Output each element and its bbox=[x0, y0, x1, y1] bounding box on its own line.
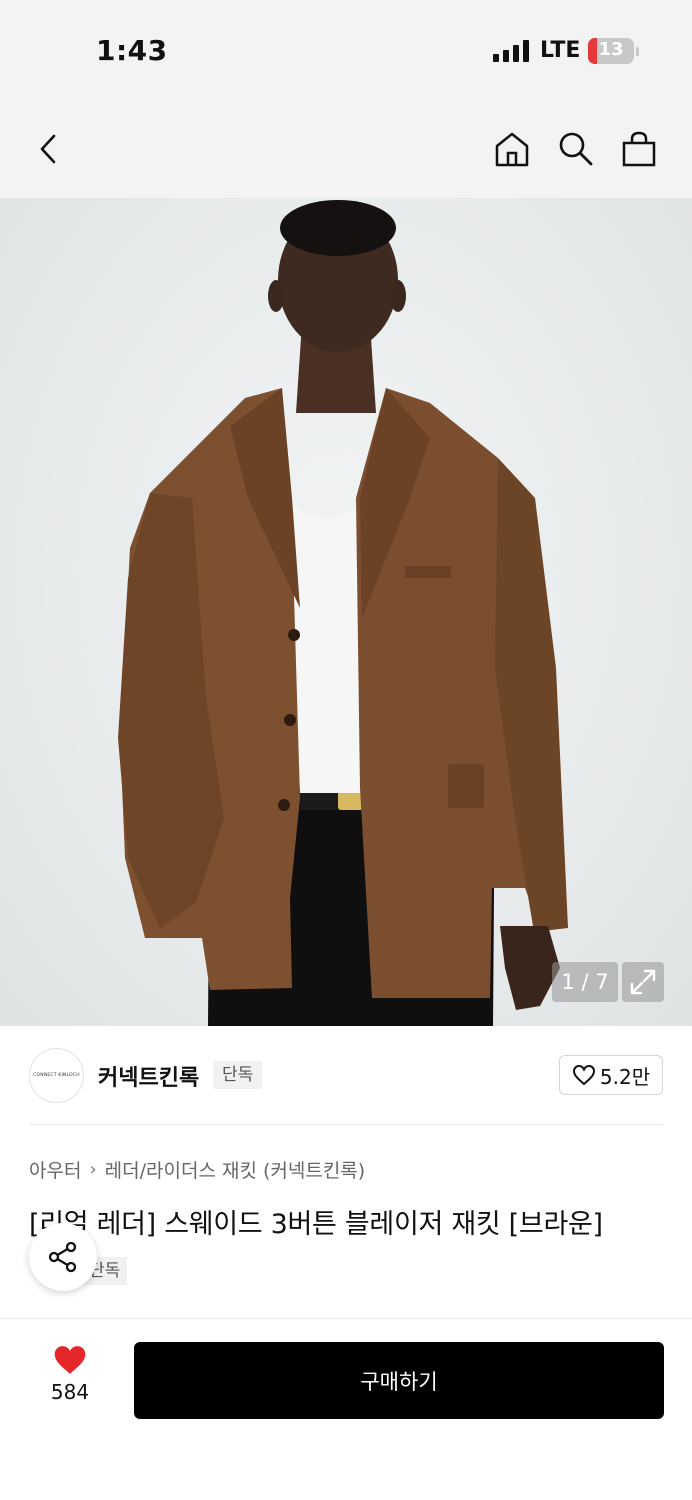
expand-icon bbox=[630, 969, 656, 995]
breadcrumb: 아우터 › 레더/라이더스 재킷 (커넥트킨록) bbox=[29, 1156, 365, 1183]
status-time: 1:43 bbox=[96, 34, 168, 67]
share-button[interactable] bbox=[29, 1223, 97, 1291]
network-type: LTE bbox=[540, 38, 581, 63]
top-nav bbox=[0, 100, 692, 198]
divider bbox=[29, 1124, 663, 1125]
brand-name[interactable]: 커넥트킨록 bbox=[98, 1060, 199, 1092]
home-icon bbox=[495, 132, 529, 167]
search-icon bbox=[559, 132, 593, 166]
wishlist-button[interactable]: 584 bbox=[34, 1344, 106, 1414]
product-title: [리얼 레더] 스웨이드 3버튼 블레이저 재킷 [브라운] bbox=[29, 1209, 603, 1240]
battery-icon: 13 bbox=[588, 38, 634, 64]
wishlist-count: 584 bbox=[50, 1380, 90, 1404]
chevron-right-icon: › bbox=[89, 1159, 97, 1180]
share-icon bbox=[48, 1241, 77, 1273]
home-button[interactable] bbox=[489, 126, 535, 172]
cart-button[interactable] bbox=[616, 126, 662, 172]
battery-cap bbox=[636, 47, 639, 56]
brand-logo-text: CONNECT KINLOCH bbox=[33, 1073, 80, 1078]
model-photo bbox=[118, 200, 568, 1026]
buy-button[interactable]: 구매하기 bbox=[134, 1342, 664, 1419]
heart-filled-icon bbox=[54, 1346, 86, 1374]
brand-logo[interactable]: CONNECT KINLOCH bbox=[29, 1048, 84, 1103]
back-arrow-icon bbox=[40, 134, 56, 164]
search-button[interactable] bbox=[552, 126, 598, 172]
signal-icon bbox=[493, 40, 529, 62]
battery-level: 13 bbox=[598, 39, 624, 60]
expand-image-button[interactable] bbox=[622, 962, 664, 1002]
exclusive-badge: 단독 bbox=[213, 1061, 263, 1089]
image-counter: 1 / 7 bbox=[552, 962, 618, 1002]
breadcrumb-subcategory[interactable]: 레더/라이더스 재킷 (커넥트킨록) bbox=[105, 1156, 366, 1183]
brand-like-count: 5.2만 bbox=[599, 1064, 651, 1089]
shopping-bag-icon bbox=[622, 131, 656, 167]
breadcrumb-category[interactable]: 아우터 bbox=[29, 1156, 81, 1183]
back-button[interactable] bbox=[26, 126, 72, 172]
product-image[interactable] bbox=[0, 198, 692, 1026]
status-bar: 1:43 LTE 13 bbox=[0, 0, 692, 100]
heart-outline-icon bbox=[572, 1064, 595, 1086]
brand-like-button[interactable]: 5.2만 bbox=[559, 1055, 663, 1095]
